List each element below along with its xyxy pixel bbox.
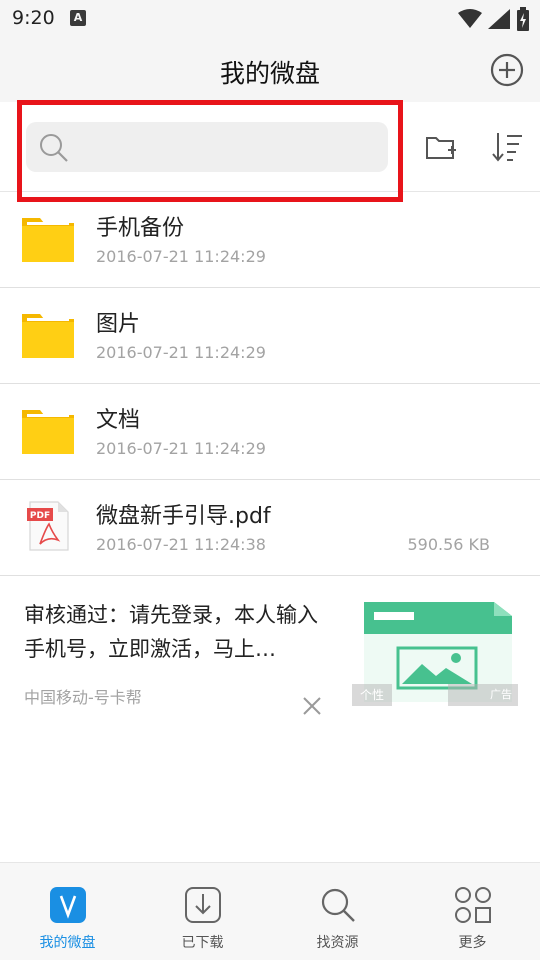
battery-icon [517,7,529,31]
nav-label: 我的微盘 [39,935,96,951]
file-row-phone-backup[interactable]: 手机备份 2016-07-21 11:24:29 [0,192,540,288]
download-icon [184,887,221,923]
file-date: 2016-07-21 11:24:29 [96,439,266,458]
folder-icon [22,314,74,358]
toolbar [0,102,540,192]
app-screen: 9:20 A 我的微盘 手机备份 2016-07-21 11:24:29 图片 … [0,0,540,960]
status-bar: 9:20 A [0,0,540,38]
ad-close-button[interactable] [300,694,324,718]
file-size: 590.56 KB [407,535,490,554]
file-row-documents[interactable]: 文档 2016-07-21 11:24:29 [0,384,540,480]
bottom-nav: 我的微盘 已下载 找资源 更多 [0,862,540,960]
ad-banner[interactable]: 审核通过：请先登录，本人输入手机号，立即激活，马上… 中国移动-号卡帮 个性 广… [0,576,540,736]
notification-icon: A [70,10,86,26]
file-date: 2016-07-21 11:24:38 [96,535,266,554]
ad-text: 审核通过：请先登录，本人输入手机号，立即激活，马上… [24,603,318,661]
ad-tag-ad: 广告 [448,684,518,706]
folder-icon [22,218,74,262]
nav-more[interactable]: 更多 [405,863,540,960]
nav-label: 已下载 [181,935,224,951]
sort-button[interactable] [490,130,524,164]
search-icon [321,888,355,922]
ad-source: 中国移动-号卡帮 [24,688,142,707]
close-icon [303,697,321,715]
status-time: 9:20 [12,7,55,29]
file-row-pictures[interactable]: 图片 2016-07-21 11:24:29 [0,288,540,384]
plus-circle-icon [490,53,524,87]
new-folder-button[interactable] [424,130,458,164]
more-grid-icon [454,887,491,923]
file-name: 微盘新手引导.pdf [96,504,271,529]
file-row-pdf-guide[interactable]: PDF 微盘新手引导.pdf 2016-07-21 11:24:38 590.5… [0,480,540,576]
nav-label: 找资源 [316,935,359,951]
file-name: 手机备份 [96,216,185,241]
page-title: 我的微盘 [219,59,320,88]
file-date: 2016-07-21 11:24:29 [96,343,266,362]
nav-downloaded[interactable]: 已下载 [135,863,270,960]
status-icons [458,6,530,32]
nav-my-disk[interactable]: 我的微盘 [0,863,135,960]
new-folder-icon [426,137,456,159]
add-button[interactable] [490,53,524,87]
signal-icon [488,9,510,29]
ad-tag-personal: 个性 [352,684,392,706]
nav-label: 更多 [458,935,487,951]
pdf-file-icon: PDF [27,501,69,551]
folder-icon [22,410,74,454]
file-name: 图片 [96,312,141,337]
search-input[interactable] [80,122,380,172]
v-disk-icon [49,887,86,923]
nav-find-resources[interactable]: 找资源 [270,863,405,960]
sort-icon [492,133,522,162]
header: 我的微盘 [0,38,540,102]
file-date: 2016-07-21 11:24:29 [96,247,266,266]
search-field[interactable] [26,122,388,172]
svg-text:PDF: PDF [30,511,50,521]
wifi-icon [458,9,482,28]
file-name: 文档 [96,408,141,433]
file-list: 手机备份 2016-07-21 11:24:29 图片 2016-07-21 1… [0,192,540,576]
search-icon [40,134,68,162]
